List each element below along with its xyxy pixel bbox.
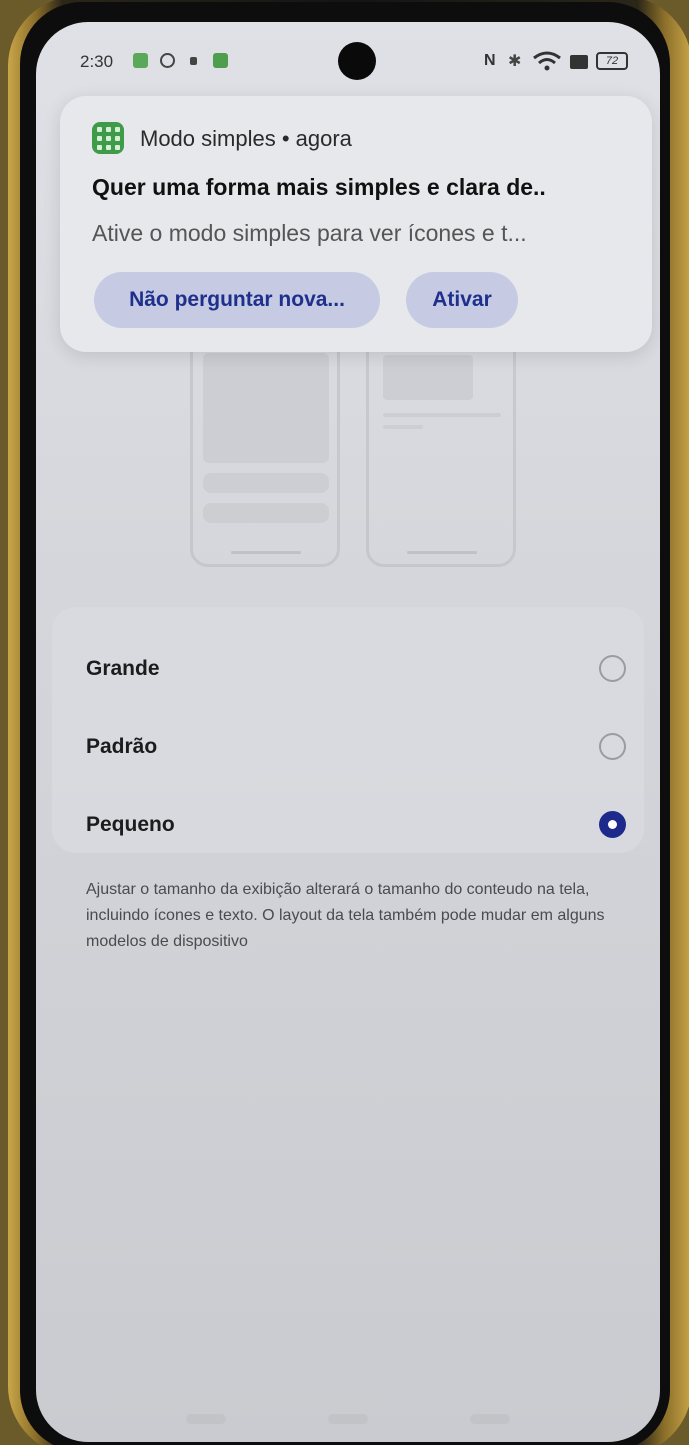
preview-bar (203, 473, 329, 493)
display-size-illustration (186, 322, 526, 582)
nav-hint (186, 1414, 226, 1424)
dont-ask-again-button[interactable]: Não perguntar nova... (94, 272, 380, 328)
option-label: Padrão (86, 735, 158, 758)
status-bar: 2:30 N ✱ 72 (36, 22, 660, 100)
preview-home-bar (407, 551, 477, 554)
option-padrao[interactable]: Padrão (86, 727, 626, 767)
notification-title: Quer uma forma mais simples e clara de.. (92, 174, 546, 200)
display-size-description: Ajustar o tamanho da exibição alterará o… (86, 881, 605, 950)
preview-content-block (383, 355, 473, 400)
notification-app-name: Modo simples • agora (140, 126, 352, 151)
notification-card[interactable]: Modo simples • agora Quer uma forma mais… (60, 96, 652, 352)
preview-home-bar (231, 551, 301, 554)
bluetooth-icon: ✱ (508, 53, 522, 70)
display-size-options: Grande Padrão Pequeno (52, 607, 644, 853)
preview-line (383, 413, 501, 417)
sim-icon (570, 55, 588, 69)
nfc-icon: N (484, 52, 496, 69)
preview-phone-large (190, 322, 340, 567)
option-label: Grande (86, 657, 160, 680)
preview-phone-content (366, 322, 516, 567)
option-grande[interactable]: Grande (86, 649, 626, 689)
radio-button-selected[interactable] (599, 811, 626, 838)
front-camera (338, 42, 376, 80)
preview-line (383, 425, 423, 429)
notification-text: Ative o modo simples para ver ícones e t… (92, 220, 527, 246)
option-label: Pequeno (86, 813, 175, 836)
sync-icon (160, 53, 175, 68)
battery-icon: 72 (596, 52, 628, 70)
enable-button[interactable]: Ativar (406, 272, 518, 328)
nav-hint (470, 1414, 510, 1424)
simple-mode-app-icon (92, 122, 124, 154)
app-notification-icon (133, 53, 148, 68)
radio-button[interactable] (599, 655, 626, 682)
radio-button[interactable] (599, 733, 626, 760)
nav-hint (328, 1414, 368, 1424)
screen: 2:30 N ✱ 72 Grande Padrão Pequeno Ajusta… (36, 22, 660, 1442)
app-notification-icon-2 (213, 53, 228, 68)
option-pequeno[interactable]: Pequeno (86, 805, 626, 845)
status-time: 2:30 (80, 52, 114, 71)
preview-bar (203, 503, 329, 523)
lock-icon (190, 57, 197, 65)
wifi-icon (533, 51, 561, 71)
preview-app-grid (203, 353, 329, 463)
